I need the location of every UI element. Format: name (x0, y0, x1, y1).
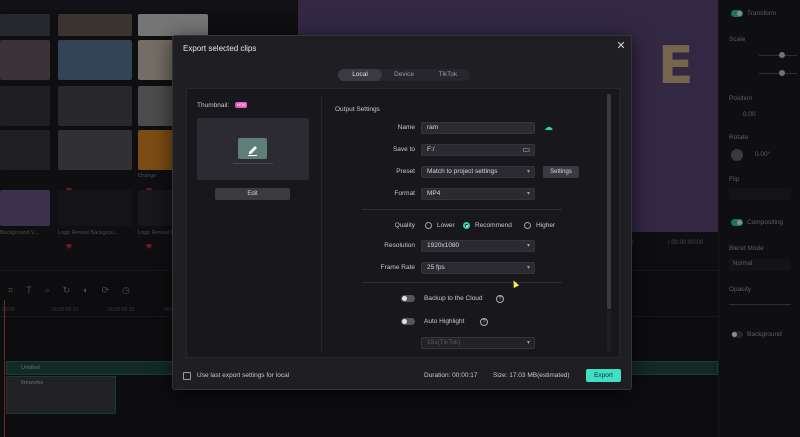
frame-rate-select[interactable]: 25 fps ▾ (421, 262, 535, 274)
save-to-label: Save to (392, 146, 415, 153)
frame-rate-label: Frame Rate (380, 264, 415, 271)
use-last-settings-label[interactable]: Use last export settings for local (197, 372, 289, 379)
section-divider (362, 209, 562, 210)
chevron-down-icon: ▾ (526, 340, 530, 346)
output-settings-heading: Output Settings (335, 106, 380, 113)
use-last-settings-checkbox[interactable] (183, 372, 191, 380)
size-text: Size: 17.03 MB(estimated) (493, 372, 570, 379)
resolution-label: Resolution (384, 242, 415, 249)
settings-button[interactable]: Settings (543, 166, 579, 178)
thumbnail-divider (233, 163, 273, 164)
save-to-value: F:/ (427, 146, 435, 153)
export-settings-area: Thumbnail: NEW Edit Output Settings Name… (186, 88, 620, 358)
chevron-down-icon: ▾ (526, 265, 530, 271)
quality-label: Quality (394, 222, 415, 229)
format-label: Format (394, 190, 415, 197)
highlight-duration-select: 15s(TikTok) ▾ (421, 337, 535, 349)
export-dialog: Export selected clips ✕ Local Device Tik… (172, 35, 632, 390)
preset-select[interactable]: Match to project settings ▾ (421, 166, 535, 178)
help-icon[interactable]: ? (480, 318, 488, 326)
format-select[interactable]: MP4 ▾ (421, 188, 535, 200)
edit-pen-icon[interactable] (238, 138, 267, 159)
folder-icon[interactable]: ▭ (522, 145, 530, 155)
backup-cloud-toggle[interactable] (401, 295, 415, 302)
export-button[interactable]: Export (586, 369, 621, 382)
quality-lower-label[interactable]: Lower (437, 222, 455, 229)
preset-label: Preset (396, 168, 415, 175)
name-input[interactable]: ram (421, 122, 535, 134)
save-to-input[interactable]: F:/ ▭ (421, 144, 535, 156)
quality-higher-label[interactable]: Higher (536, 222, 555, 229)
tab-local[interactable]: Local (338, 69, 382, 81)
close-icon[interactable]: ✕ (615, 40, 627, 52)
new-badge: NEW (235, 102, 247, 108)
chevron-down-icon: ▾ (526, 243, 530, 249)
app-window: Orange Background V... Logo Reveal Backg… (0, 0, 800, 437)
scrollbar-thumb[interactable] (607, 94, 611, 309)
thumbnail-label: Thumbnail: (197, 102, 230, 109)
highlight-duration-value: 15s(TikTok) (427, 339, 461, 346)
dialog-title: Export selected clips (183, 44, 257, 53)
settings-scrollbar[interactable] (607, 94, 611, 352)
backup-cloud-label: Backup to the Cloud (424, 295, 483, 302)
frame-rate-value: 25 fps (427, 264, 445, 271)
chevron-down-icon: ▾ (526, 169, 530, 175)
help-icon[interactable]: ? (496, 295, 504, 303)
tab-tiktok[interactable]: TikTok (426, 69, 470, 81)
thumbnail-preview[interactable] (197, 118, 309, 180)
resolution-select[interactable]: 1920x1080 ▾ (421, 240, 535, 252)
tab-device[interactable]: Device (382, 69, 426, 81)
chevron-down-icon: ▾ (526, 191, 530, 197)
quality-recommend-label[interactable]: Recommend (475, 222, 512, 229)
quality-higher-radio[interactable] (524, 222, 531, 229)
resolution-value: 1920x1080 (427, 242, 460, 249)
auto-highlight-toggle[interactable] (401, 318, 415, 325)
name-label: Name (397, 124, 415, 131)
ai-rename-icon[interactable]: ☁ (544, 123, 553, 132)
duration-text: Duration: 00:00:17 (424, 372, 478, 379)
preset-value: Match to project settings (427, 168, 498, 175)
quality-recommend-radio[interactable] (463, 222, 470, 229)
edit-thumbnail-button[interactable]: Edit (215, 188, 290, 200)
quality-lower-radio[interactable] (425, 222, 432, 229)
export-tabs: Local Device TikTok (338, 69, 470, 81)
format-value: MP4 (427, 190, 441, 197)
section-divider (362, 282, 562, 283)
column-divider (321, 95, 322, 353)
auto-highlight-label: Auto Highlight (424, 318, 465, 325)
